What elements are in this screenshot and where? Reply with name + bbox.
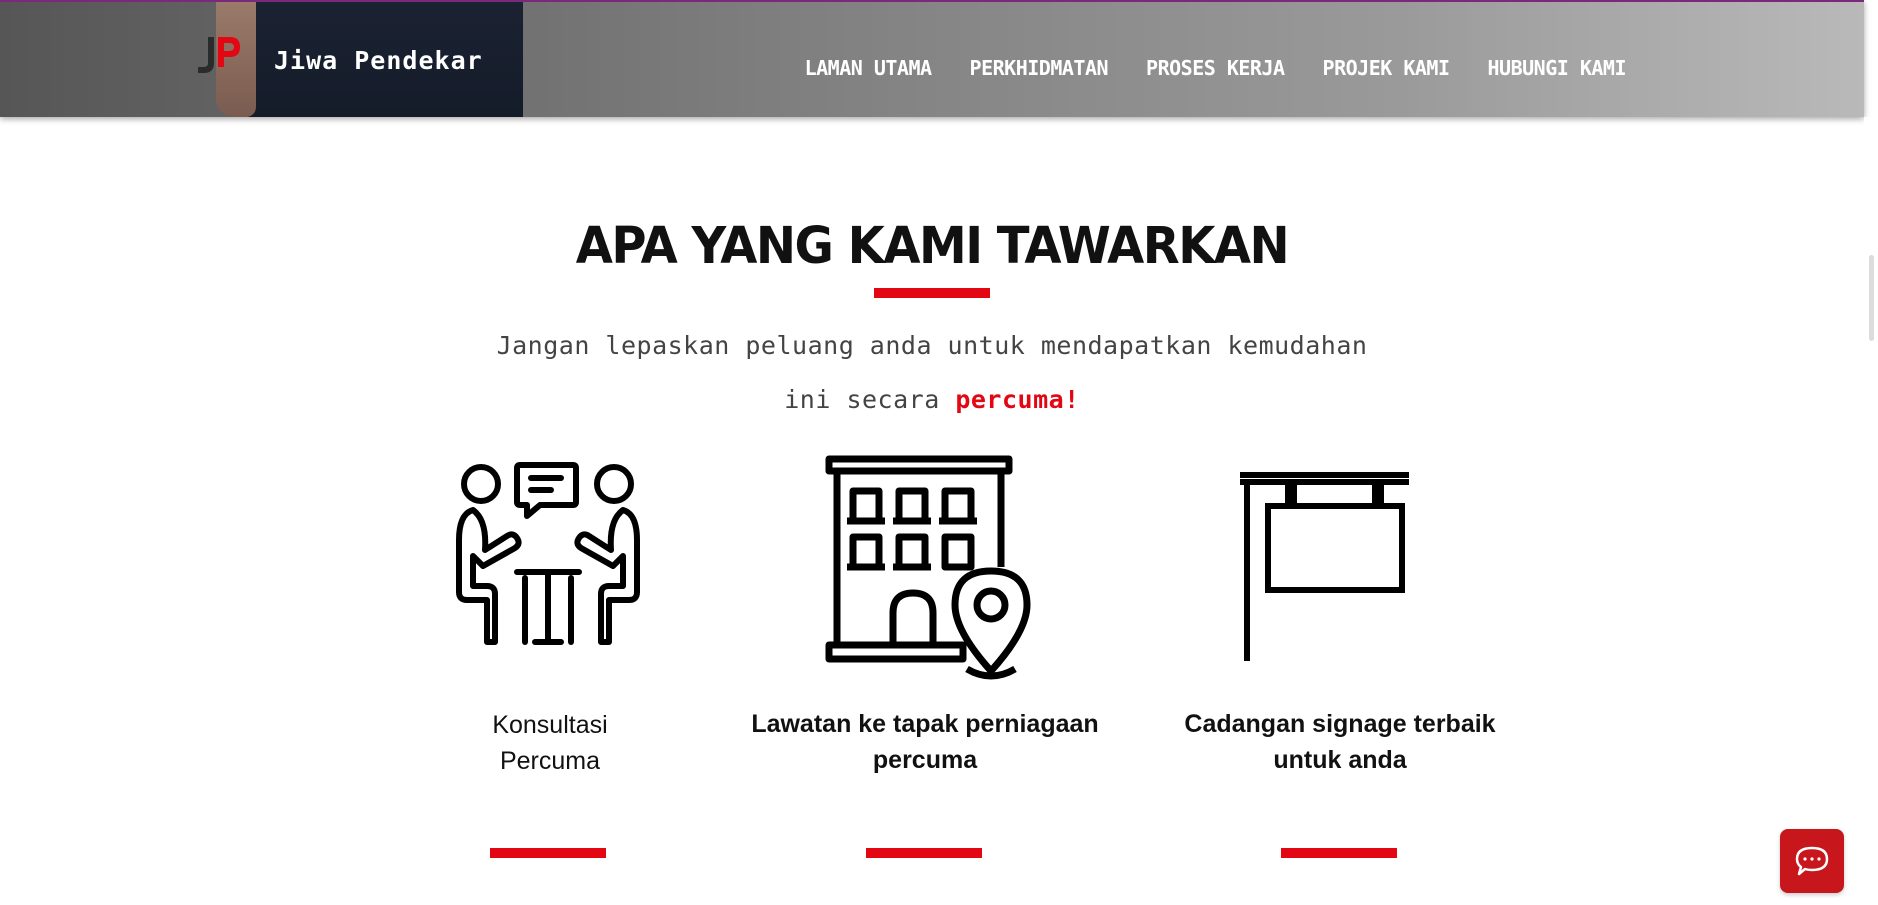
scrollbar-thumb[interactable] — [1869, 255, 1874, 341]
nav-proses-kerja[interactable]: PROSES KERJA — [1146, 56, 1285, 80]
signboard-icon — [1240, 472, 1409, 661]
card-label-line2: untuk anda — [1273, 746, 1407, 774]
card-label-line1: Lawatan ke tapak perniagaan — [751, 710, 1099, 738]
card-underline — [866, 848, 982, 858]
card-label-cadangan: Cadangan signage terbaik untuk anda — [1160, 706, 1520, 778]
card-underline — [1281, 848, 1397, 858]
card-label-konsultasi: Konsultasi Percuma — [430, 707, 670, 779]
brand-name[interactable]: Jiwa Pendekar — [274, 46, 483, 75]
card-label-line2: percuma — [872, 746, 978, 774]
chat-button[interactable] — [1780, 829, 1844, 893]
section-subtitle-line2: ini secara percuma! — [0, 385, 1864, 414]
nav-laman-utama[interactable]: LAMAN UTAMA — [805, 56, 932, 80]
card-label-line2: Percuma — [499, 747, 601, 775]
page-scrollbar[interactable] — [1864, 117, 1878, 905]
card-label-line1: Cadangan signage terbaik — [1184, 710, 1496, 738]
title-underline — [874, 288, 990, 298]
subtitle-prefix: ini secara — [784, 385, 956, 414]
nav-perkhidmatan[interactable]: PERKHIDMATAN — [970, 56, 1109, 80]
jiwa-pendekar-logo-icon[interactable] — [196, 37, 242, 77]
main-navigation: LAMAN UTAMA PERKHIDMATAN PROSES KERJA PR… — [805, 56, 1627, 80]
card-label-line1: Konsultasi — [492, 711, 608, 739]
site-header: Jiwa Pendekar LAMAN UTAMA PERKHIDMATAN P… — [0, 0, 1864, 117]
chat-bubble-icon — [1795, 846, 1829, 876]
subtitle-accent: percuma! — [955, 385, 1080, 414]
section-subtitle-line1: Jangan lepaskan peluang anda untuk menda… — [496, 331, 1368, 360]
card-label-lawatan: Lawatan ke tapak perniagaan percuma — [740, 706, 1110, 778]
card-underline — [490, 848, 606, 858]
nav-projek-kami[interactable]: PROJEK KAMI — [1323, 56, 1450, 80]
consultation-icon — [456, 462, 640, 645]
building-location-icon — [825, 455, 1031, 680]
nav-hubungi-kami[interactable]: HUBUNGI KAMI — [1488, 56, 1627, 80]
section-title: APA YANG KAMI TAWARKAN — [575, 216, 1290, 276]
